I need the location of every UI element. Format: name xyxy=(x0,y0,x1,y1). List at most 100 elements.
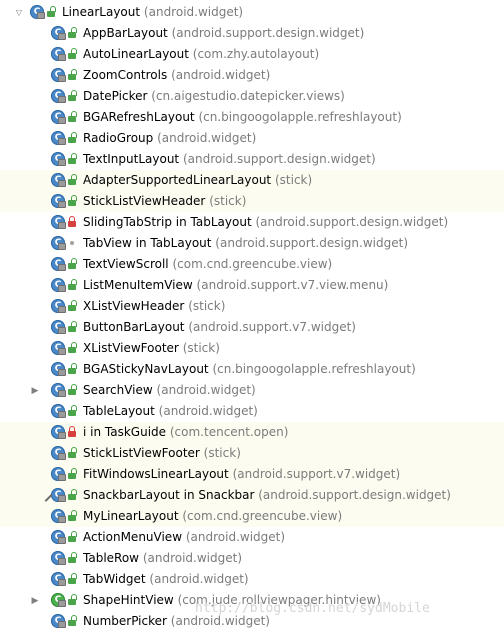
package-name: (com.zhy.autolayout) xyxy=(192,47,320,61)
tree-node[interactable]: C XListViewFooter (stick) xyxy=(0,338,504,359)
class-icon: C xyxy=(51,572,66,586)
final-badge-icon xyxy=(58,369,66,376)
expand-arrow-icon[interactable]: ▶ xyxy=(30,380,40,401)
tree-node[interactable]: C MyLinearLayout (com.cnd.greencube.view) xyxy=(0,506,504,527)
tree-node[interactable]: C TabView in TabLayout (android.support.d… xyxy=(0,233,504,254)
class-icon: C xyxy=(51,47,66,61)
class-name: StickListViewHeader xyxy=(83,194,206,208)
class-icon: C xyxy=(51,173,66,187)
class-name: TableRow xyxy=(83,551,139,565)
tree-node[interactable]: Ci in TaskGuide (com.tencent.open) xyxy=(0,422,504,443)
package-name: (stick) xyxy=(188,299,226,313)
public-lock-icon xyxy=(68,594,77,606)
tree-node[interactable]: ▶ C ShapeHintView (com.jude.rollviewpager.… xyxy=(0,590,504,611)
package-name: (android.support.design.widget) xyxy=(258,488,451,502)
package-name: (android.widget) xyxy=(170,614,270,628)
final-badge-icon xyxy=(58,537,66,544)
public-lock-icon xyxy=(68,405,77,417)
class-name: AdapterSupportedLinearLayout xyxy=(83,173,272,187)
final-badge-icon xyxy=(58,54,66,61)
tree-node[interactable]: C SnackbarLayout in Snackbar (android.sup… xyxy=(0,485,504,506)
package-name: (cn.bingoogolapple.refreshlayout) xyxy=(212,362,416,376)
public-lock-icon xyxy=(68,321,77,333)
public-lock-icon xyxy=(68,531,77,543)
node-label: XListViewHeader (stick) xyxy=(83,296,225,317)
final-badge-icon xyxy=(58,516,66,523)
package-name: (android.support.design.widget) xyxy=(171,26,365,40)
tree-node[interactable]: C StickListViewHeader (stick) xyxy=(0,191,504,212)
tree-node[interactable]: C TableLayout (android.widget) xyxy=(0,401,504,422)
package-name: (com.cnd.greencube.view) xyxy=(182,509,343,523)
collapse-arrow-icon[interactable]: ▽ xyxy=(14,2,24,23)
class-name: FitWindowsLinearLayout xyxy=(83,467,229,481)
tree-root-node[interactable]: ▽ C LinearLayout (android.widget) xyxy=(0,2,504,23)
final-badge-icon xyxy=(58,201,66,208)
final-badge-icon xyxy=(58,579,66,586)
tree-node[interactable]: C StickListViewFooter (stick) xyxy=(0,443,504,464)
tree-node[interactable]: C AutoLinearLayout (com.zhy.autolayout) xyxy=(0,44,504,65)
class-icon: C xyxy=(51,68,66,82)
node-label: ZoomControls (android.widget) xyxy=(83,65,270,86)
public-lock-icon xyxy=(68,447,77,459)
tree-node[interactable]: C TextViewScroll (com.cnd.greencube.view) xyxy=(0,254,504,275)
class-icon: C xyxy=(51,530,66,544)
tree-node[interactable]: C ButtonBarLayout (android.support.v7.wid… xyxy=(0,317,504,338)
class-icon: C xyxy=(51,593,66,607)
tree-node[interactable]: C NumberPicker (android.widget) xyxy=(0,611,504,632)
final-badge-icon xyxy=(58,390,66,397)
node-label: TabWidget (android.widget) xyxy=(83,569,249,590)
class-name: TabView in TabLayout xyxy=(83,236,212,250)
tree-node[interactable]: C FitWindowsLinearLayout (android.support… xyxy=(0,464,504,485)
class-icon: C xyxy=(44,488,66,502)
tree-node[interactable]: C ActionMenuView (android.widget) xyxy=(0,527,504,548)
class-icon: C xyxy=(51,551,66,565)
final-badge-icon xyxy=(58,600,66,607)
class-icon: C xyxy=(51,320,66,334)
node-label: NumberPicker (android.widget) xyxy=(83,611,270,632)
public-lock-icon xyxy=(68,489,77,501)
tree-node[interactable]: C XListViewHeader (stick) xyxy=(0,296,504,317)
tree-node[interactable]: C TabWidget (android.widget) xyxy=(0,569,504,590)
package-name: (com.tencent.open) xyxy=(169,425,289,439)
tree-node[interactable]: C BGAStickyNavLayout (cn.bingoogolapple.r… xyxy=(0,359,504,380)
final-badge-icon xyxy=(58,75,66,82)
class-icon: C xyxy=(51,194,66,208)
node-label: TextInputLayout (android.support.design.… xyxy=(83,149,376,170)
package-name: (android.widget) xyxy=(158,404,258,418)
package-name: (android.support.design.widget) xyxy=(182,152,376,166)
node-label: BGAStickyNavLayout (cn.bingoogolapple.re… xyxy=(83,359,416,380)
package-name: (cn.aigestudio.datepicker.views) xyxy=(151,89,345,103)
final-badge-icon xyxy=(58,180,66,187)
tree-node[interactable]: ▶ C SearchView (android.widget) xyxy=(0,380,504,401)
public-lock-icon xyxy=(68,195,77,207)
class-name: TextInputLayout xyxy=(83,152,180,166)
package-name: (com.cnd.greencube.view) xyxy=(172,257,333,271)
tree-node[interactable]: C DatePicker (cn.aigestudio.datepicker.vi… xyxy=(0,86,504,107)
class-icon: C xyxy=(51,404,66,418)
node-label: MyLinearLayout (com.cnd.greencube.view) xyxy=(83,506,342,527)
node-label: TabView in TabLayout (android.support.de… xyxy=(83,233,408,254)
class-icon: C xyxy=(51,341,66,355)
tree-node[interactable]: C ZoomControls (android.widget) xyxy=(0,65,504,86)
tree-node[interactable]: C BGARefreshLayout (cn.bingoogolapple.ref… xyxy=(0,107,504,128)
tree-node[interactable]: C AdapterSupportedLinearLayout (stick) xyxy=(0,170,504,191)
node-label: RadioGroup (android.widget) xyxy=(83,128,256,149)
class-icon: C xyxy=(51,446,66,460)
expand-arrow-icon[interactable]: ▶ xyxy=(30,590,40,611)
package-name: (stick) xyxy=(209,194,247,208)
tree-node[interactable]: C TextInputLayout (android.support.design… xyxy=(0,149,504,170)
node-label: ActionMenuView (android.widget) xyxy=(83,527,285,548)
node-label: AppBarLayout (android.support.design.wid… xyxy=(83,23,364,44)
package-name: (android.support.design.widget) xyxy=(255,215,449,229)
class-name: TextViewScroll xyxy=(83,257,169,271)
tree-node[interactable]: C ListMenuItemView (android.support.v7.vi… xyxy=(0,275,504,296)
class-icon: C xyxy=(51,278,66,292)
tree-node[interactable]: C SlidingTabStrip in TabLayout (android.s… xyxy=(0,212,504,233)
tree-node[interactable]: C AppBarLayout (android.support.design.wi… xyxy=(0,23,504,44)
tree-node[interactable]: C TableRow (android.widget) xyxy=(0,548,504,569)
tree-node[interactable]: C RadioGroup (android.widget) xyxy=(0,128,504,149)
class-name: AutoLinearLayout xyxy=(83,47,189,61)
class-icon: C xyxy=(51,467,66,481)
node-label: SlidingTabStrip in TabLayout (android.su… xyxy=(83,212,448,233)
package-name: (android.widget) xyxy=(185,530,286,544)
